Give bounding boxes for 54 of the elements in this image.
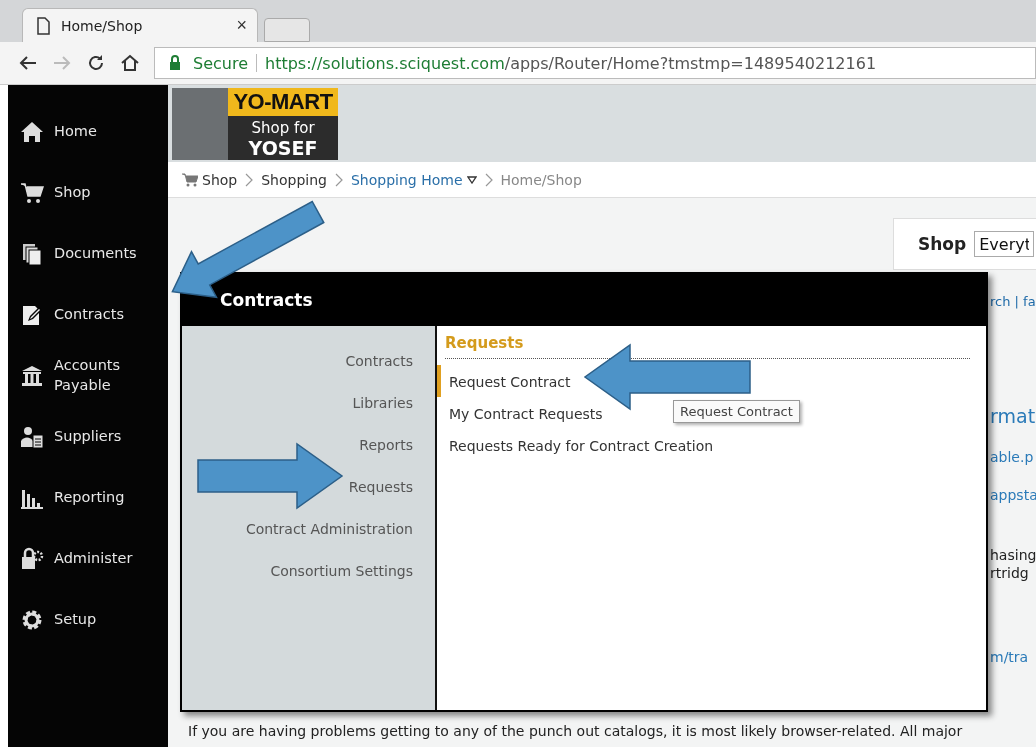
heading-text: rmat (990, 405, 1036, 427)
link-text[interactable]: m/tra (990, 649, 1036, 665)
link-text[interactable]: rch | fa (990, 294, 1036, 309)
cart-icon (182, 172, 198, 187)
sidebar-item[interactable]: Documents (8, 223, 168, 284)
menu-link[interactable]: My Contract Requests (437, 397, 609, 429)
menu-section-item[interactable]: Contract Administration (245, 508, 413, 550)
photo-placeholder (172, 88, 228, 160)
logo-name: YOSEF (248, 138, 318, 158)
sidebar-item[interactable]: Shop (8, 162, 168, 223)
menu-section-item[interactable]: Contracts (345, 340, 413, 382)
cart-icon (20, 180, 44, 205)
home-icon (20, 119, 44, 144)
body-text: rtridg (990, 565, 1030, 581)
sidebar-item[interactable]: Contracts (8, 284, 168, 345)
menu-title: Contracts (220, 290, 313, 310)
menu-link[interactable]: Request Contract (437, 365, 577, 397)
chevron-icon (245, 172, 254, 187)
address-bar[interactable]: Secure https://solutions.sciquest.com/apps/Router/Home?tmstmp=1489540212161 (154, 47, 1036, 79)
logo-title: YO-MART (228, 88, 338, 116)
menu-section-item[interactable]: Requests (348, 466, 413, 508)
lock-gear-icon (20, 546, 44, 571)
sidebar-item[interactable]: Home (8, 101, 168, 162)
documents-icon (20, 241, 44, 266)
tooltip: Request Contract (673, 400, 800, 423)
reload-icon[interactable] (86, 53, 106, 73)
search-label: Shop (918, 234, 967, 254)
menu-section-item[interactable]: Reports (359, 424, 413, 466)
menu-section-item[interactable]: Consortium Settings (270, 550, 413, 592)
menu-section-item[interactable]: Libraries (352, 382, 413, 424)
logo-subtitle: Shop for (251, 118, 315, 138)
home-icon[interactable] (120, 53, 140, 73)
chevron-icon (334, 172, 343, 187)
sidebar-item[interactable]: Administer (8, 528, 168, 589)
person-list-icon (20, 424, 44, 449)
sidebar-item[interactable]: Reporting (8, 467, 168, 528)
url-text: https://solutions.sciquest.com/apps/Router/Home?tmstmp=1489540212161 (265, 53, 877, 73)
menu-link[interactable]: Requests Ready for Contract Creation (437, 429, 720, 461)
browser-tab[interactable]: Home/Shop × (22, 8, 258, 42)
secure-label: Secure (193, 53, 248, 73)
breadcrumb-link[interactable]: Shopping (261, 171, 327, 188)
sidebar-item[interactable]: Suppliers (8, 406, 168, 467)
bank-icon (20, 363, 44, 388)
link-text[interactable]: appsta (990, 487, 1036, 503)
close-tab-button[interactable]: × (236, 15, 247, 36)
caret-icon (466, 175, 477, 184)
breadcrumb-link[interactable]: Shop (182, 171, 238, 188)
body-text: If you are having problems getting to any of the punch out catalogs, it is most likely browser-related. All major (188, 723, 964, 739)
chevron-icon (484, 172, 493, 187)
link-text[interactable]: able.p (990, 449, 1036, 465)
sidebar-item[interactable]: Setup (8, 589, 168, 650)
sidebar-item[interactable]: Accounts Payable (8, 345, 168, 406)
breadcrumb-link[interactable]: Shopping Home (350, 171, 477, 188)
body-text: hasing (990, 547, 1036, 563)
